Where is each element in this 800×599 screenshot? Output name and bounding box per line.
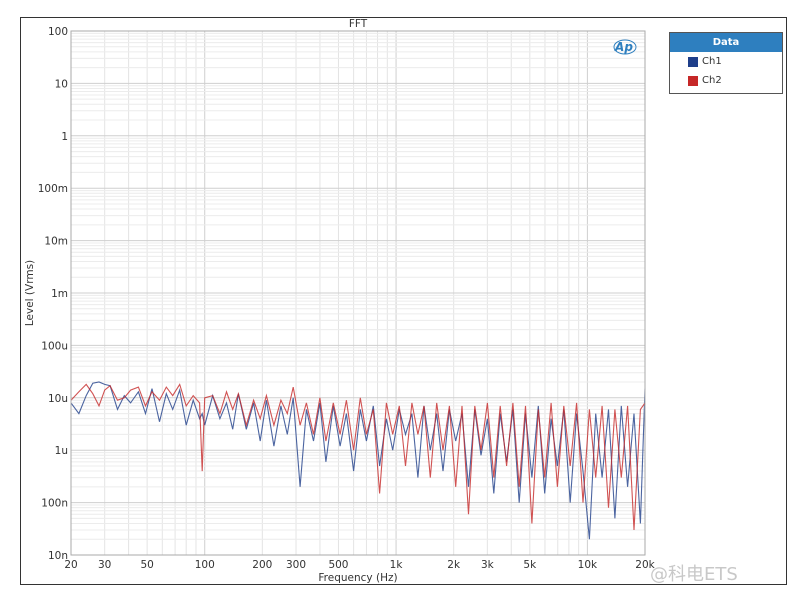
legend-label-ch2: Ch2 <box>702 75 722 86</box>
y-tick-label: 100n <box>41 498 68 510</box>
x-tick-label: 3k <box>481 559 495 571</box>
y-tick-label: 100m <box>38 183 68 195</box>
watermark: @科电ETS <box>650 564 738 585</box>
legend-swatch-ch2 <box>688 75 698 86</box>
x-tick-label: 50 <box>140 559 153 571</box>
grid <box>70 31 646 556</box>
y-tick-label: 10 <box>55 78 68 90</box>
y-tick-label: 1 <box>61 131 68 143</box>
x-tick-label: 2k <box>447 559 461 571</box>
x-tick-label: 10k <box>578 559 598 571</box>
legend-item-ch1[interactable]: Ch1 <box>670 52 782 71</box>
y-tick-label: 1u <box>55 445 68 457</box>
x-tick-label: 5k <box>523 559 537 571</box>
y-axis-label: Level (Vrms) <box>24 260 36 326</box>
x-tick-label: 300 <box>286 559 306 571</box>
chart-title: FFT <box>349 18 368 30</box>
x-tick-label: 100 <box>195 559 215 571</box>
legend-title: Data <box>670 33 782 52</box>
legend-label-ch1: Ch1 <box>702 56 722 67</box>
legend-swatch-ch1 <box>688 56 698 67</box>
y-tick-label: 10n <box>48 550 68 562</box>
y-tick-label: 100u <box>41 340 68 352</box>
x-tick-label: 30 <box>98 559 111 571</box>
y-tick-label: 10u <box>48 393 68 405</box>
legend-item-ch2[interactable]: Ch2 <box>670 71 782 90</box>
x-tick-label: 500 <box>328 559 348 571</box>
y-tick-label: 100 <box>48 26 68 38</box>
y-tick-label: 10m <box>44 236 68 248</box>
x-axis-label: Frequency (Hz) <box>318 572 397 584</box>
x-tick-label: 200 <box>252 559 272 571</box>
legend: Data Ch1 Ch2 <box>669 32 783 94</box>
y-tick-label: 1m <box>51 288 68 300</box>
x-tick-label: 1k <box>390 559 404 571</box>
